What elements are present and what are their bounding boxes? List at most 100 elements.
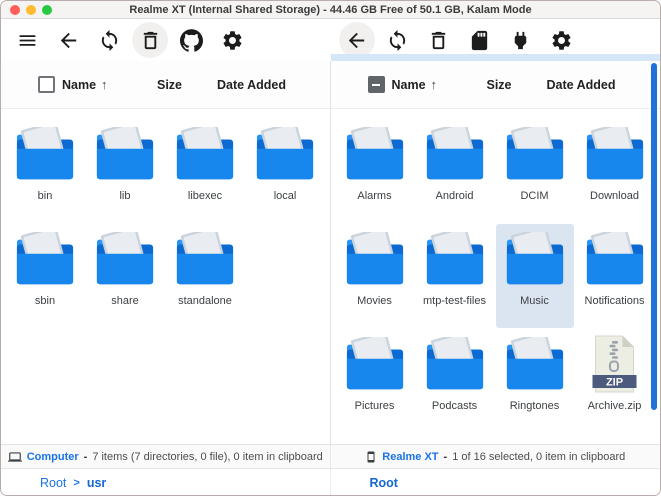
smartphone-icon bbox=[365, 451, 377, 463]
file-name: local bbox=[274, 190, 297, 202]
computer-pane: Name ↑ Size Date Added bin lib libexec l… bbox=[1, 61, 331, 444]
breadcrumb-root-link[interactable]: Root bbox=[40, 476, 66, 490]
file-item[interactable]: standalone bbox=[166, 224, 244, 328]
select-all-checkbox[interactable] bbox=[368, 76, 385, 93]
traffic-lights bbox=[10, 5, 52, 15]
file-item[interactable]: Podcasts bbox=[416, 329, 494, 433]
file-name: Music bbox=[520, 295, 549, 307]
file-item[interactable]: libexec bbox=[166, 119, 244, 223]
name-column-label: Name bbox=[392, 78, 426, 92]
trash-icon bbox=[427, 29, 450, 52]
file-name: Pictures bbox=[355, 400, 395, 412]
file-item[interactable]: lib bbox=[86, 119, 164, 223]
file-name: share bbox=[111, 295, 139, 307]
folder-icon bbox=[344, 232, 406, 288]
connect-device-button[interactable] bbox=[503, 22, 539, 58]
file-item[interactable]: Download bbox=[576, 119, 654, 223]
column-header-name[interactable]: Name ↑ bbox=[392, 77, 487, 92]
file-name: mtp-test-files bbox=[423, 295, 486, 307]
file-name: Podcasts bbox=[432, 400, 477, 412]
close-window-button[interactable] bbox=[10, 5, 20, 15]
file-name: sbin bbox=[35, 295, 55, 307]
folder-icon bbox=[14, 127, 76, 183]
status-bar: Computer - 7 items (7 directories, 0 fil… bbox=[1, 444, 660, 468]
delete-button[interactable] bbox=[132, 22, 168, 58]
device-breadcrumb: Root bbox=[331, 469, 661, 496]
file-item[interactable]: share bbox=[86, 224, 164, 328]
gear-icon bbox=[221, 29, 244, 52]
computer-breadcrumb: Root > usr bbox=[1, 469, 331, 496]
device-delete-button[interactable] bbox=[421, 22, 457, 58]
folder-icon bbox=[254, 127, 316, 183]
column-header-date-added[interactable]: Date Added bbox=[547, 78, 616, 92]
github-icon bbox=[180, 29, 203, 52]
refresh-icon bbox=[98, 29, 121, 52]
breadcrumb-root-link[interactable]: Root bbox=[370, 476, 398, 490]
file-name: Movies bbox=[357, 295, 392, 307]
file-item[interactable]: Archive.zip bbox=[576, 329, 654, 433]
column-header-name[interactable]: Name ↑ bbox=[62, 77, 157, 92]
file-item[interactable]: Pictures bbox=[336, 329, 414, 433]
plug-icon bbox=[509, 29, 532, 52]
column-header-date-added[interactable]: Date Added bbox=[217, 78, 286, 92]
zoom-window-button[interactable] bbox=[42, 5, 52, 15]
github-button[interactable] bbox=[173, 22, 209, 58]
folder-icon bbox=[504, 127, 566, 183]
minimize-window-button[interactable] bbox=[26, 5, 36, 15]
file-item[interactable]: DCIM bbox=[496, 119, 574, 223]
breadcrumb-chevron-icon: > bbox=[73, 477, 79, 489]
folder-icon bbox=[344, 337, 406, 393]
title-bar: Realme XT (Internal Shared Storage) - 44… bbox=[1, 1, 660, 19]
file-item[interactable]: mtp-test-files bbox=[416, 224, 494, 328]
computer-file-grid: bin lib libexec local sbin share standal… bbox=[1, 109, 330, 328]
file-item[interactable]: Android bbox=[416, 119, 494, 223]
column-header-size[interactable]: Size bbox=[487, 78, 547, 92]
device-back-button[interactable] bbox=[339, 22, 375, 58]
folder-icon bbox=[424, 232, 486, 288]
back-arrow-icon bbox=[57, 29, 80, 52]
status-separator: - bbox=[444, 451, 448, 463]
storage-button[interactable] bbox=[462, 22, 498, 58]
computer-link[interactable]: Computer bbox=[27, 451, 79, 463]
select-all-checkbox[interactable] bbox=[38, 76, 55, 93]
file-item[interactable]: Movies bbox=[336, 224, 414, 328]
device-link[interactable]: Realme XT bbox=[382, 451, 438, 463]
gear-icon bbox=[550, 29, 573, 52]
device-file-grid: Alarms Android DCIM Download Movies mtp-… bbox=[331, 109, 661, 433]
app-window: Realme XT (Internal Shared Storage) - 44… bbox=[0, 0, 661, 496]
toolbar-right-pane bbox=[331, 19, 661, 61]
file-item-selected[interactable]: Music bbox=[496, 224, 574, 328]
sort-ascending-icon: ↑ bbox=[431, 77, 438, 92]
sort-ascending-icon: ↑ bbox=[101, 77, 108, 92]
file-item[interactable]: local bbox=[246, 119, 324, 223]
file-name: standalone bbox=[178, 295, 232, 307]
file-item[interactable]: sbin bbox=[6, 224, 84, 328]
folder-icon bbox=[94, 127, 156, 183]
back-button[interactable] bbox=[50, 22, 86, 58]
main-area: Name ↑ Size Date Added bin lib libexec l… bbox=[1, 61, 660, 444]
file-item[interactable]: Alarms bbox=[336, 119, 414, 223]
device-settings-button[interactable] bbox=[544, 22, 580, 58]
file-name: Archive.zip bbox=[588, 400, 642, 412]
device-status-summary: 1 of 16 selected, 0 item in clipboard bbox=[452, 451, 625, 463]
settings-button[interactable] bbox=[214, 22, 250, 58]
file-name: Android bbox=[436, 190, 474, 202]
column-header-size[interactable]: Size bbox=[157, 78, 217, 92]
folder-icon bbox=[344, 127, 406, 183]
device-refresh-button[interactable] bbox=[380, 22, 416, 58]
file-item[interactable]: bin bbox=[6, 119, 84, 223]
folder-icon bbox=[584, 127, 646, 183]
device-pane: Name ↑ Size Date Added Alarms Android DC… bbox=[331, 61, 661, 444]
menu-button[interactable] bbox=[9, 22, 45, 58]
status-separator: - bbox=[84, 451, 88, 463]
file-name: Ringtones bbox=[510, 400, 560, 412]
breadcrumb-current-folder[interactable]: usr bbox=[87, 476, 106, 490]
refresh-icon bbox=[386, 29, 409, 52]
file-item[interactable]: Ringtones bbox=[496, 329, 574, 433]
folder-icon bbox=[584, 232, 646, 288]
toolbar bbox=[1, 19, 660, 61]
breadcrumb-bar: Root > usr Root bbox=[1, 468, 660, 496]
refresh-button[interactable] bbox=[91, 22, 127, 58]
scrollbar-thumb[interactable] bbox=[651, 63, 657, 410]
file-item[interactable]: Notifications bbox=[576, 224, 654, 328]
